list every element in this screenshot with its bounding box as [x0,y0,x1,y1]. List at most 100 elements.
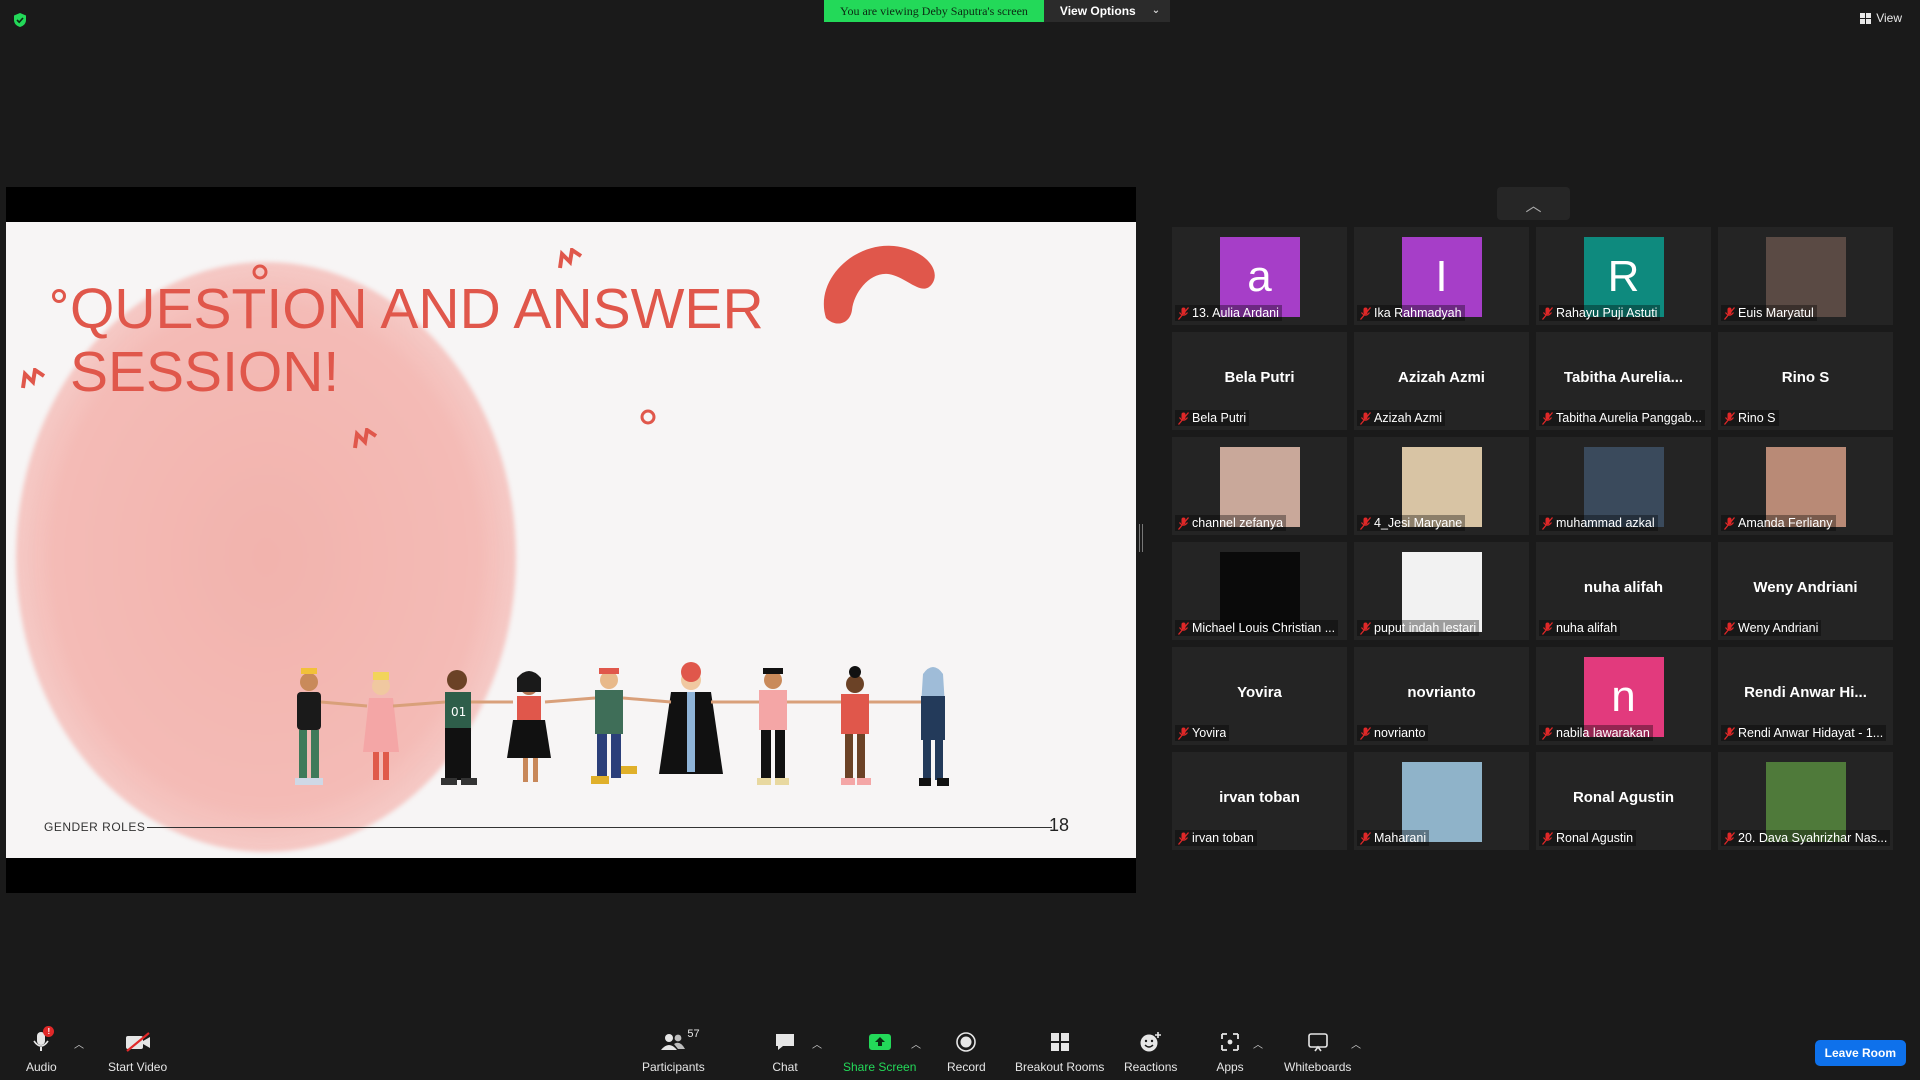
reactions-button[interactable]: Reactions [1124,1020,1177,1080]
participant-tile[interactable]: nuha alifah nuha alifah [1536,542,1711,640]
mic-muted-icon [1178,516,1189,530]
start-video-button[interactable]: Start Video [108,1020,167,1080]
participant-tile[interactable]: Rendi Anwar Hi... Rendi Anwar Hidayat - 1… [1718,647,1893,745]
participants-label: Participants [642,1060,705,1074]
participant-tile[interactable]: Yovira Yovira [1172,647,1347,745]
mic-muted-icon [1724,726,1735,740]
participant-tile[interactable]: Amanda Ferliany [1718,437,1893,535]
audio-alert-badge: ! [43,1026,55,1037]
participant-name-label: Ronal Agustin [1539,830,1637,846]
participant-tile[interactable]: Weny Andriani Weny Andriani [1718,542,1893,640]
participant-tile[interactable]: a 13. Aulia Ardani [1172,227,1347,325]
participant-name: Yovira [1192,726,1227,740]
participant-tile[interactable]: Michael Louis Christian ... [1172,542,1347,640]
participant-tile[interactable]: Rino S Rino S [1718,332,1893,430]
mic-muted-icon [1542,411,1553,425]
apps-options-caret[interactable]: ︿ [1253,1036,1263,1051]
participant-tile[interactable]: Euis Maryatul [1718,227,1893,325]
mic-muted-icon [1724,516,1735,530]
participant-tile[interactable]: Tabitha Aurelia... Tabitha Aurelia Pangga… [1536,332,1711,430]
view-options-button[interactable]: View Options ⌄ [1043,0,1171,22]
participant-tile[interactable]: I Ika Rahmadyah [1354,227,1529,325]
participant-tile[interactable]: 20. Dava Syahrizhar Nas... [1718,752,1893,850]
participant-tile[interactable]: n nabila lawarakan [1536,647,1711,745]
participant-name: Euis Maryatul [1738,306,1814,320]
zigzag-shape [21,368,46,389]
share-options-caret[interactable]: ︿ [911,1036,921,1051]
participant-name-label: Weny Andriani [1721,620,1822,636]
audio-options-caret[interactable]: ︿ [74,1036,84,1051]
participant-name-label: nabila lawarakan [1539,725,1653,741]
participant-name-label: 13. Aulia Ardani [1175,305,1282,321]
participant-name-label: Maharani [1357,830,1430,846]
view-options-label: View Options [1059,4,1136,18]
participant-tile[interactable]: irvan toban irvan toban [1172,752,1347,850]
participants-button[interactable]: 57 Participants [642,1020,705,1080]
record-button[interactable]: Record [947,1020,986,1080]
security-shield-icon[interactable] [12,12,28,28]
shared-screen[interactable]: QUESTION AND ANSWER SESSION! 01 GENDER R… [6,187,1136,893]
participant-display-name: novrianto [1407,684,1476,701]
participant-tile[interactable]: Ronal Agustin Ronal Agustin [1536,752,1711,850]
gallery-page-up-button[interactable]: ︿ [1497,187,1570,220]
presentation-slide: QUESTION AND ANSWER SESSION! 01 GENDER R… [6,222,1136,858]
mic-muted-icon [1724,411,1735,425]
participant-tile[interactable]: channel zefanya [1172,437,1347,535]
reactions-label: Reactions [1124,1060,1178,1074]
share-screen-button[interactable]: Share Screen [843,1020,916,1080]
mic-muted-icon [1178,726,1189,740]
mic-muted-icon [1178,411,1189,425]
participant-name: Michael Louis Christian ... [1192,621,1336,635]
participant-name-label: Tabitha Aurelia Panggab... [1539,410,1705,426]
zigzag-shape [353,428,378,449]
breakout-rooms-button[interactable]: Breakout Rooms [1015,1020,1104,1080]
participant-display-name: irvan toban [1219,789,1300,806]
participant-tile[interactable]: puput indah lestari [1354,542,1529,640]
view-layout-button[interactable]: View [1860,11,1902,25]
participant-name: Rahayu Puji Astuti [1556,306,1658,320]
participant-tile[interactable]: Bela Putri Bela Putri [1172,332,1347,430]
participant-name: Tabitha Aurelia Panggab... [1556,411,1702,425]
participant-name-label: Yovira [1175,725,1230,741]
participant-name-label: Amanda Ferliany [1721,515,1836,531]
record-icon [952,1030,980,1054]
whiteboards-button[interactable]: Whiteboards [1284,1020,1351,1080]
participant-name-label: Rahayu Puji Astuti [1539,305,1661,321]
chat-button[interactable]: Chat [771,1020,799,1080]
whiteboards-options-caret[interactable]: ︿ [1351,1036,1361,1051]
avatar-initial: a [1247,252,1272,301]
participant-tile[interactable]: R Rahayu Puji Astuti [1536,227,1711,325]
participant-name: nabila lawarakan [1556,726,1650,740]
mic-muted-icon [1542,831,1553,845]
chat-options-caret[interactable]: ︿ [812,1036,822,1051]
breakout-rooms-icon [1046,1030,1074,1054]
participant-name: muhammad azkal [1556,516,1655,530]
participant-display-name: Rendi Anwar Hi... [1744,684,1867,701]
split-view-drag-handle[interactable] [1139,524,1143,552]
mic-muted-icon [1360,306,1371,320]
breakout-rooms-label: Breakout Rooms [1015,1060,1105,1074]
mic-muted-icon [1542,726,1553,740]
leave-room-button[interactable]: Leave Room [1814,1040,1906,1066]
participant-name-label: Rino S [1721,410,1779,426]
slide-footer-rule [147,827,1052,828]
participant-name: channel zefanya [1192,516,1284,530]
svg-text:01: 01 [451,705,466,719]
participant-tile[interactable]: muhammad azkal [1536,437,1711,535]
whiteboards-label: Whiteboards [1284,1060,1352,1074]
participant-tile[interactable]: Azizah Azmi Azizah Azmi [1354,332,1529,430]
audio-button[interactable]: ! Audio [26,1020,57,1080]
participant-name: puput indah lestari [1374,621,1477,635]
participants-count: 57 [687,1028,700,1040]
participant-name-label: irvan toban [1175,830,1257,846]
small-ring-shape [640,409,656,425]
participant-name-label: Bela Putri [1175,410,1250,426]
participant-tile[interactable]: 4_Jesi Maryane [1354,437,1529,535]
participant-name-label: Rendi Anwar Hidayat - 1... [1721,725,1887,741]
participant-name: nuha alifah [1556,621,1618,635]
participant-tile[interactable]: novrianto novrianto [1354,647,1529,745]
participant-tile[interactable]: Maharani [1354,752,1529,850]
participant-name-label: nuha alifah [1539,620,1621,636]
avatar-initial: R [1607,252,1640,301]
apps-button[interactable]: Apps [1216,1020,1244,1080]
